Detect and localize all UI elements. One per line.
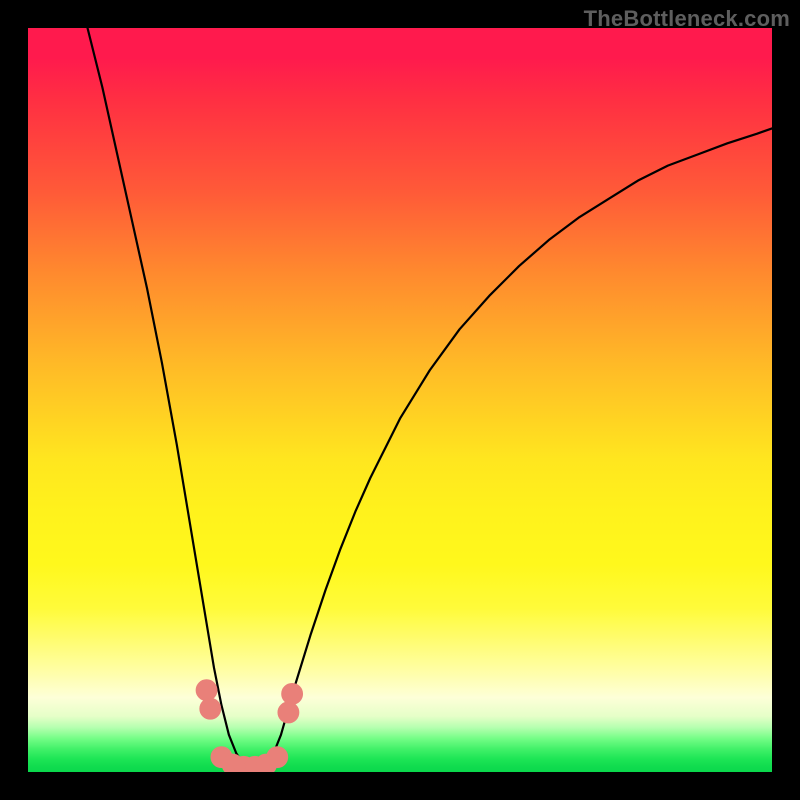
data-point — [267, 747, 288, 768]
chart-frame: TheBottleneck.com — [0, 0, 800, 800]
data-point — [278, 702, 299, 723]
plot-area — [28, 28, 772, 772]
marker-group — [196, 680, 302, 772]
data-point — [196, 680, 217, 701]
chart-svg — [28, 28, 772, 772]
bottleneck-curve — [88, 28, 772, 768]
data-point — [282, 683, 303, 704]
data-point — [200, 698, 221, 719]
